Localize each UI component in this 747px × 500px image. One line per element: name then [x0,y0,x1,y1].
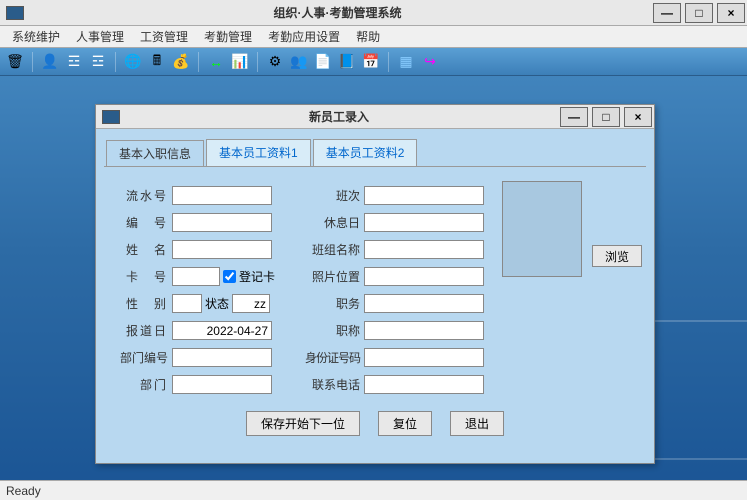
name-label: 姓 名 [114,241,168,258]
doc2-icon[interactable]: 📘 [338,53,356,71]
serial-label: 流水号 [114,187,168,204]
browse-button[interactable]: 浏览 [592,245,642,267]
main-titlebar: 组织·人事·考勤管理系统 — □ × [0,0,747,26]
trash-icon[interactable]: 🗑 [6,53,24,71]
deptno-input[interactable] [172,348,272,367]
serial-input[interactable] [172,186,272,205]
status-label: 状态 [205,295,229,312]
empno-label: 编 号 [114,214,168,231]
team-label: 班组名称 [304,241,360,258]
form-right-column: 班次 休息日 班组名称 照片位置 职务 职称 身份证号码 联系电话 [304,185,504,401]
child-close-button[interactable]: × [624,107,652,127]
child-title: 新员工录入 [120,108,558,125]
menu-attendance[interactable]: 考勤管理 [196,26,260,47]
child-app-icon [102,110,120,124]
shift-input[interactable] [364,186,484,205]
register-card-label: 登记卡 [239,268,275,285]
toolbar: 🗑 👤 ☲ ☲ 🌐 🖩 💰 ↔ 📊 ⚙ 👥 📄 📘 📅 ▦ ↪ [0,48,747,76]
close-button[interactable]: × [717,3,745,23]
statusbar: Ready [0,480,747,500]
report-input[interactable] [172,321,272,340]
list2-icon[interactable]: ☲ [89,53,107,71]
child-minimize-button[interactable]: — [560,107,588,127]
title-input[interactable] [364,321,484,340]
minimize-button[interactable]: — [653,3,681,23]
report-label: 报道日 [114,322,168,339]
empno-input[interactable] [172,213,272,232]
menu-app-settings[interactable]: 考勤应用设置 [260,26,348,47]
calculator-icon[interactable]: 🖩 [148,53,166,71]
card-input[interactable] [172,267,220,286]
doc1-icon[interactable]: 📄 [314,53,332,71]
form-icon[interactable]: ▦ [397,53,415,71]
gender-label: 性 别 [114,295,168,312]
phone-label: 联系电话 [304,376,360,393]
main-title: 组织·人事·考勤管理系统 [24,4,651,21]
list1-icon[interactable]: ☲ [65,53,83,71]
chart-icon[interactable]: 📊 [231,53,249,71]
person-icon[interactable]: 👤 [41,53,59,71]
exit-button[interactable]: 退出 [450,411,504,436]
app-icon [6,6,24,20]
idno-input[interactable] [364,348,484,367]
idno-label: 身份证号码 [304,349,360,366]
exit-icon[interactable]: ↪ [421,53,439,71]
child-window: 新员工录入 — □ × 基本入职信息 基本员工资料1 基本员工资料2 流水号 编… [95,104,655,464]
menu-help[interactable]: 帮助 [348,26,388,47]
duty-label: 职务 [304,295,360,312]
child-titlebar: 新员工录入 — □ × [96,105,654,129]
gear-icon[interactable]: ⚙ [266,53,284,71]
tab-emp-info1[interactable]: 基本员工资料1 [206,139,311,166]
people-icon[interactable]: 👥 [290,53,308,71]
globe-icon[interactable]: 🌐 [124,53,142,71]
deptno-label: 部门编号 [114,349,168,366]
tab-content: 流水号 编 号 姓 名 卡 号 登记卡 性 别 状态 报道日 部门编号 部门 班次 … [104,166,646,446]
title-label: 职称 [304,322,360,339]
money-icon[interactable]: 💰 [172,53,190,71]
window-controls: — □ × [651,1,747,25]
maximize-button[interactable]: □ [685,3,713,23]
name-input[interactable] [172,240,272,259]
team-input[interactable] [364,240,484,259]
tab-emp-info2[interactable]: 基本员工资料2 [313,139,418,166]
save-next-button[interactable]: 保存开始下一位 [246,411,360,436]
button-row: 保存开始下一位 复位 退出 [104,411,646,436]
shift-label: 班次 [304,187,360,204]
menubar: 系统维护 人事管理 工资管理 考勤管理 考勤应用设置 帮助 [0,26,747,48]
gender-input[interactable] [172,294,202,313]
phone-input[interactable] [364,375,484,394]
photo-input[interactable] [364,267,484,286]
arrow-icon[interactable]: ↔ [207,53,225,71]
menu-system[interactable]: 系统维护 [4,26,68,47]
dept-input[interactable] [172,375,272,394]
duty-input[interactable] [364,294,484,313]
rest-label: 休息日 [304,214,360,231]
card-label: 卡 号 [114,268,168,285]
photo-box [502,181,582,277]
reset-button[interactable]: 复位 [378,411,432,436]
tabstrip: 基本入职信息 基本员工资料1 基本员工资料2 [96,129,654,166]
status-text: Ready [6,484,41,498]
photo-label: 照片位置 [304,268,360,285]
menu-hr[interactable]: 人事管理 [68,26,132,47]
form-left-column: 流水号 编 号 姓 名 卡 号 登记卡 性 别 状态 报道日 部门编号 部门 [114,185,279,401]
register-card-checkbox[interactable] [223,270,236,283]
rest-input[interactable] [364,213,484,232]
menu-salary[interactable]: 工资管理 [132,26,196,47]
dept-label: 部门 [114,376,168,393]
child-maximize-button[interactable]: □ [592,107,620,127]
calendar-icon[interactable]: 📅 [362,53,380,71]
tab-basic-entry[interactable]: 基本入职信息 [106,140,204,167]
status-input[interactable] [232,294,270,313]
